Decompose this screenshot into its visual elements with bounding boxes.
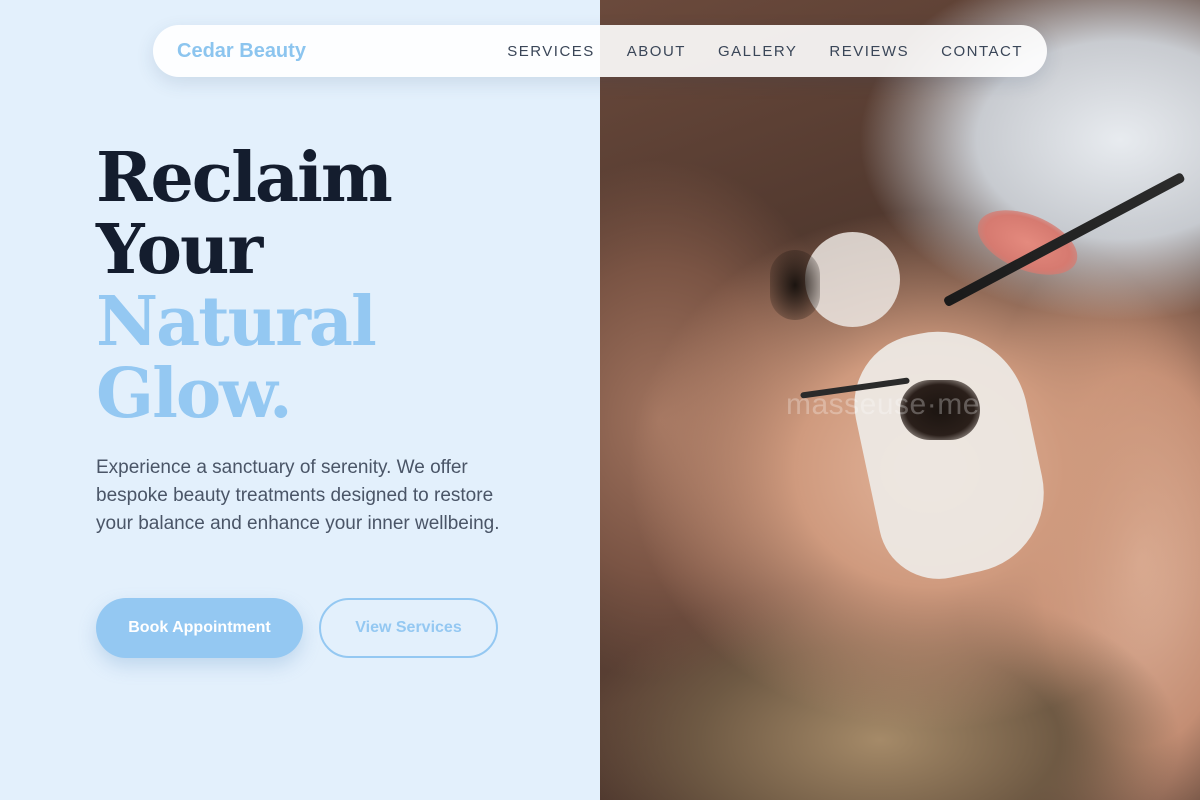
top-navbar: Cedar Beauty SERVICES ABOUT GALLERY REVI…: [153, 25, 1047, 77]
nav-link-contact[interactable]: CONTACT: [941, 43, 1023, 60]
hero-title-line-1: Reclaim: [96, 138, 393, 218]
nav-links: SERVICES ABOUT GALLERY REVIEWS CONTACT: [475, 43, 1023, 60]
view-services-button[interactable]: View Services: [319, 598, 498, 658]
hero-title-line-2: Your: [96, 210, 263, 290]
nav-link-reviews[interactable]: REVIEWS: [829, 43, 909, 60]
hero-title: Reclaim Your Natural Glow.: [96, 138, 393, 434]
nav-link-about[interactable]: ABOUT: [627, 43, 686, 60]
photo-lashes-left: [770, 250, 820, 320]
brand-logo[interactable]: Cedar Beauty: [177, 40, 306, 63]
hero-title-line-4: Glow.: [96, 354, 293, 434]
nav-link-gallery[interactable]: GALLERY: [718, 43, 797, 60]
hero-description: Experience a sanctuary of serenity. We o…: [96, 457, 500, 534]
photo-watermark: masseuse·me: [786, 388, 980, 421]
nav-link-services[interactable]: SERVICES: [507, 43, 595, 60]
photo-tweezers-right: [942, 171, 1186, 308]
hero-photo: masseuse·me: [600, 0, 1200, 800]
photo-eye-pad-right: [841, 315, 1059, 590]
book-appointment-button[interactable]: Book Appointment: [96, 598, 303, 658]
hero-title-line-3: Natural: [96, 282, 377, 362]
